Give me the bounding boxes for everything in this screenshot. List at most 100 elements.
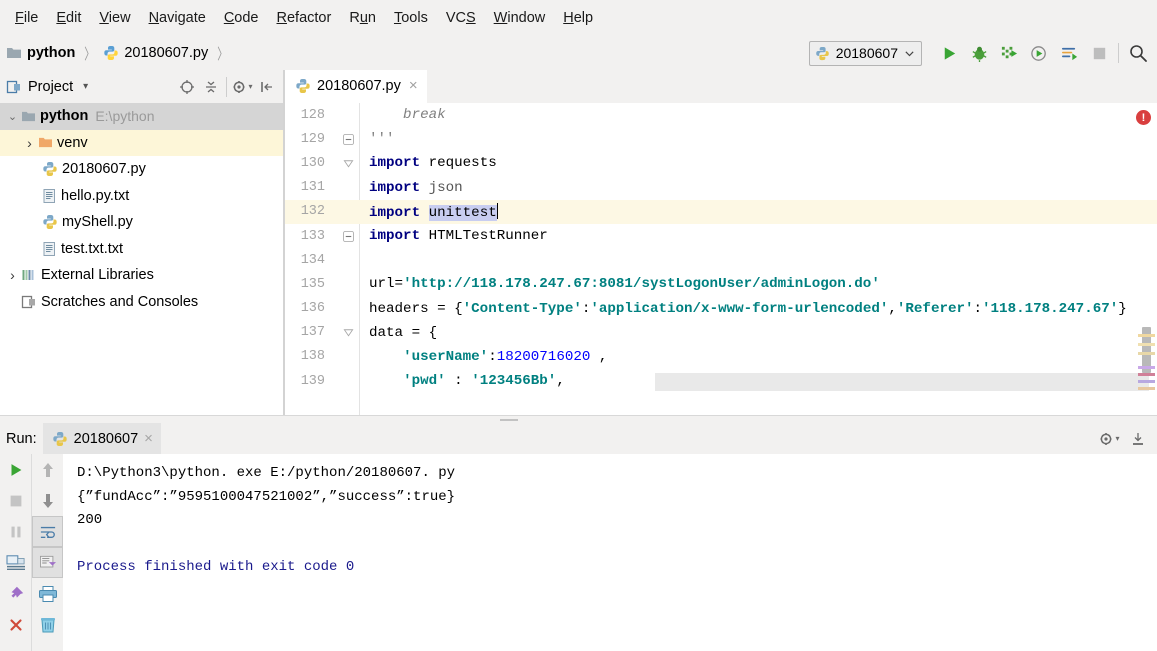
menu-navigate[interactable]: Navigate [140,7,215,29]
settings-gear-icon[interactable]: ▾ [231,75,254,99]
console-line-command: D:\Python3\python. exe E:/python/2018060… [77,465,456,481]
line-number-136: 136 [300,301,325,317]
pause-button[interactable] [0,516,31,547]
menu-tools[interactable]: Tools [385,7,437,29]
soft-wrap-button[interactable] [32,516,63,547]
code-line-139[interactable]: 139 'pwd' : '123456Bb', [285,369,1157,393]
scratches-icon [21,295,35,308]
run-panel-header: Run: 20180607 × ▾ [0,423,1157,454]
twisty-venv[interactable]: › [21,135,38,151]
up-stacktrace-button[interactable] [32,454,63,485]
print-button[interactable] [32,578,63,609]
fold-marker-130[interactable] [337,158,359,169]
line-number-130: 130 [300,155,325,171]
text-caret [496,202,499,219]
menu-window[interactable]: Window [485,7,555,29]
menu-vcs[interactable]: VCS [437,7,485,29]
project-panel-caret[interactable]: ▾ [83,81,88,92]
tree-item-20180607-py[interactable]: 20180607.py [0,156,283,183]
tree-label-external-libraries: External Libraries [41,267,154,284]
clear-all-button[interactable] [32,609,63,640]
tree-item-scratches-consoles[interactable]: Scratches and Consoles [0,289,283,316]
project-toolbar-divider [226,76,227,97]
menu-help[interactable]: Help [554,7,602,29]
line-number-135: 135 [300,276,325,292]
project-panel-title[interactable]: Project ▾ [6,79,88,95]
editor-marker-minimap[interactable] [1138,330,1155,400]
code-line-136[interactable]: 136 headers = {'Content-Type':'applicati… [285,297,1157,321]
code-line-130[interactable]: 130 import requests [285,151,1157,175]
fold-marker-137[interactable] [337,327,359,338]
run-console-output[interactable]: D:\Python3\python. exe E:/python/2018060… [63,454,1157,651]
horizontal-splitter[interactable] [0,415,1157,423]
code-line-133[interactable]: 133 import HTMLTestRunner [285,224,1157,248]
menu-file[interactable]: File [6,7,47,29]
chevron-down-icon[interactable] [904,48,915,59]
collapse-all-icon[interactable] [199,75,222,99]
code-line-132[interactable]: 132 import unittest [285,199,1157,224]
pin-tab-button[interactable] [0,578,31,609]
twisty-external-libraries[interactable]: › [4,267,21,283]
menu-code[interactable]: Code [215,7,268,29]
python-file-icon [52,431,67,446]
attach-process-icon [1061,47,1077,60]
run-tab-20180607[interactable]: 20180607 × [42,423,161,454]
tree-item-external-libraries[interactable]: › External Libraries [0,262,283,289]
code-line-131[interactable]: 131 import json [285,176,1157,200]
tree-item-python[interactable]: ⌄ python E:\python [0,103,283,130]
search-everywhere-button[interactable] [1123,39,1153,67]
code-line-137[interactable]: 137 data = { [285,321,1157,345]
tree-item-test-txt-txt[interactable]: test.txt.txt [0,236,283,263]
breadcrumb-project[interactable]: python [6,45,75,61]
editor-tab-strip: 20180607.py × [285,70,1157,103]
close-icon[interactable]: × [409,77,418,94]
menu-view[interactable]: View [90,7,139,29]
code-line-128[interactable]: 128 break [285,103,1157,127]
menu-edit[interactable]: Edit [47,7,90,29]
code-line-129[interactable]: 129 ''' [285,127,1157,151]
stop-button[interactable] [1084,39,1114,67]
line-number-139: 139 [300,373,325,389]
menu-run[interactable]: Run [340,7,385,29]
rerun-button[interactable] [0,454,31,485]
stop-button[interactable] [0,485,31,516]
run-button[interactable] [934,39,964,67]
down-stacktrace-button[interactable] [32,485,63,516]
attach-button[interactable] [1054,39,1084,67]
text-file-icon [43,241,55,256]
code-line-135[interactable]: 135 url='http://118.178.247.67:8081/syst… [285,272,1157,296]
project-panel-toolbar: ▾ [175,75,283,99]
scroll-to-end-button[interactable] [32,547,63,578]
code-content-139: 'pwd' : '123456Bb', [403,373,565,390]
fold-marker-129[interactable] [337,133,359,145]
code-editor[interactable]: 128 break 129 ''' 130 import requests 13… [285,103,1157,415]
python-file-icon [296,78,310,93]
project-tree[interactable]: ⌄ python E:\python › venv 20180607.py he… [0,103,283,415]
run-panel-header-toolbar: ▾ [1098,427,1157,451]
run-configuration-selector[interactable]: 20180607 [808,40,922,66]
code-line-134[interactable]: 134 [285,248,1157,272]
fold-marker-133[interactable] [337,230,359,242]
twisty-python[interactable]: ⌄ [4,110,21,123]
tree-item-venv[interactable]: › venv [0,129,283,156]
select-opened-file-icon[interactable] [175,75,198,99]
hide-panel-icon[interactable] [255,75,278,99]
tree-item-hello-py-txt[interactable]: hello.py.txt [0,183,283,210]
close-icon[interactable]: × [144,430,153,447]
minimize-panel-icon[interactable] [1126,427,1149,451]
settings-gear-icon[interactable]: ▾ [1098,427,1121,451]
menu-refactor[interactable]: Refactor [268,7,341,29]
run-coverage-button[interactable] [994,39,1024,67]
code-content-137: data = { [369,324,438,341]
breadcrumb-file[interactable]: 20180607.py [103,45,208,61]
code-line-138[interactable]: 138 'userName':18200716020 , [285,345,1157,369]
error-badge[interactable]: ! [1136,110,1151,125]
debug-button[interactable] [964,39,994,67]
profile-button[interactable] [1024,39,1054,67]
close-button[interactable] [0,609,31,640]
console-button[interactable] [0,547,31,578]
tree-item-myshell-py[interactable]: myShell.py [0,209,283,236]
profile-icon [1030,45,1046,61]
editor-tab-20180607-py[interactable]: 20180607.py × [285,70,427,103]
libraries-icon [22,270,34,281]
